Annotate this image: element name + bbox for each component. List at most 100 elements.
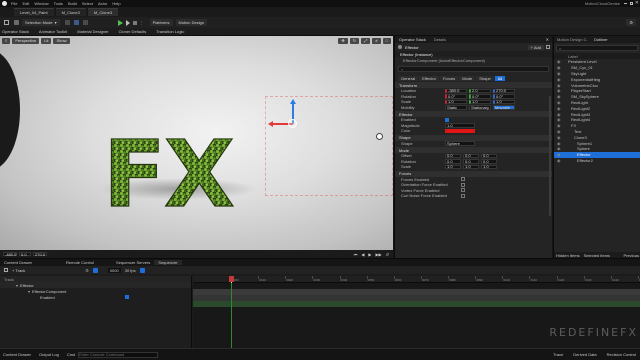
coord-z-field[interactable]: 270.0 [33, 252, 47, 257]
visibility-eye-icon[interactable]: ◉ [557, 77, 561, 82]
camera-lock-icon[interactable] [92, 267, 98, 273]
location-z[interactable]: 270.0 [493, 88, 515, 93]
frame-readout[interactable]: 0000 [107, 267, 121, 273]
label-column-header[interactable]: Label [568, 54, 578, 59]
play-options-icon[interactable] [125, 19, 130, 26]
menu-tools[interactable]: Tools [54, 1, 63, 6]
range-start-marker[interactable] [231, 283, 232, 349]
coord-y-field[interactable]: 0.0 [19, 252, 31, 257]
cloner-defaults-tab[interactable]: Cloner Defaults [119, 29, 147, 34]
menu-file[interactable]: File [11, 1, 17, 6]
tab-remote-control[interactable]: Remote Control [62, 260, 98, 265]
key-checkbox[interactable] [124, 295, 129, 299]
scale-z[interactable]: 1.0 [493, 99, 515, 104]
coord-x-field[interactable]: -480.0 [3, 252, 17, 257]
visibility-eye-icon[interactable]: ◉ [557, 117, 561, 122]
track-row-enabled[interactable]: Enabled [0, 294, 191, 300]
snap-icon[interactable] [139, 267, 145, 273]
rotate-button[interactable]: ↻ [349, 37, 360, 44]
tab-operator-stack[interactable]: Operator Stack [395, 37, 430, 42]
details-search[interactable]: ⌕ [398, 66, 549, 72]
mode-rotation-y[interactable]: 0.0 [463, 159, 479, 164]
visibility-eye-icon[interactable]: ◉ [557, 129, 561, 134]
visibility-eye-icon[interactable]: ◉ [557, 88, 561, 93]
mobility-static[interactable]: Static [445, 105, 467, 110]
visibility-eye-icon[interactable]: ◉ [557, 141, 561, 146]
blueprint-icon[interactable] [73, 20, 79, 25]
filter-shape[interactable]: Shape [476, 75, 494, 81]
visibility-eye-icon[interactable]: ◉ [557, 135, 561, 140]
rotation-y[interactable]: 0.0° [469, 94, 491, 99]
trace-button[interactable]: Trace [553, 352, 563, 357]
output-log-button[interactable]: Output Log [39, 352, 59, 357]
visibility-eye-icon[interactable]: ◉ [557, 158, 561, 163]
settings-button[interactable]: ⚙ [626, 19, 636, 26]
offset-y[interactable]: 0.0 [463, 153, 479, 158]
selection-mode-button[interactable]: Selection Mode ▾ [22, 19, 60, 26]
tab-level[interactable]: Level_04_Paint [14, 8, 54, 16]
revision-control-button[interactable]: Revision Control [607, 352, 636, 357]
mode-icon[interactable] [14, 20, 19, 25]
hamburger-button[interactable]: ≡ [2, 37, 11, 44]
component-row[interactable]: EffectorComponent (ActorEffectorComponen… [395, 57, 552, 63]
visibility-eye-icon[interactable]: ◉ [557, 123, 561, 128]
tab-sequencer-servers[interactable]: Sequencer Servers [112, 260, 154, 265]
loop-icon[interactable]: ↺ [386, 252, 389, 257]
platforms-button[interactable]: Platforms [149, 19, 173, 26]
cmd-button[interactable]: Cmd [67, 352, 75, 357]
playhead-handle[interactable] [229, 276, 234, 282]
mode-scale-y[interactable]: 1.0 [463, 164, 479, 169]
animator-toolkit-tab[interactable]: Animator Toolkit [39, 29, 67, 34]
color-swatch[interactable] [445, 128, 475, 133]
filter-all[interactable]: All [494, 75, 506, 81]
visibility-eye-icon[interactable]: ◉ [557, 112, 561, 117]
outliner-row[interactable]: ◉ Effector2 [554, 158, 640, 164]
play-icon[interactable] [117, 19, 123, 26]
visibility-eye-icon[interactable]: ◉ [557, 71, 561, 76]
save-icon[interactable] [4, 268, 8, 272]
content-icon[interactable] [64, 20, 70, 25]
fps-label[interactable]: 30 fps [125, 268, 136, 273]
filter-general[interactable]: General [398, 75, 419, 81]
timeline-ruler[interactable]: 0000 0010 0020 0030 0040 0050 0060 0070 0080 0090… [193, 276, 640, 283]
scale-button[interactable]: ⤢ [361, 37, 371, 44]
visibility-eye-icon[interactable]: ◉ [557, 152, 561, 157]
mobility-movable[interactable]: Movable [493, 105, 515, 110]
mobility-stationary[interactable]: Stationary [469, 105, 491, 110]
console-input[interactable] [78, 351, 159, 358]
visibility-eye-icon[interactable]: ◉ [557, 83, 561, 88]
actor-name[interactable]: Effector [405, 45, 419, 50]
content-drawer-button[interactable]: Content Drawer [3, 352, 31, 357]
lit-button[interactable]: Lit [41, 37, 52, 44]
details-scrollbar[interactable] [549, 96, 551, 216]
more-icon[interactable]: ⋮ [140, 20, 144, 25]
menu-edit[interactable]: Edit [22, 1, 29, 6]
expand-icon[interactable]: ▾ [16, 283, 18, 288]
perspective-button[interactable]: Perspective [12, 37, 40, 44]
fx-3d-text[interactable]: FX [102, 120, 236, 228]
motion-design-button[interactable]: Motion Design [175, 19, 208, 26]
visibility-eye-icon[interactable]: ◉ [557, 106, 561, 111]
forces-checkbox[interactable] [461, 177, 465, 182]
mode-rotation-x[interactable]: 0.0 [445, 159, 461, 164]
tab-clone-active[interactable]: M_Clone3 [87, 8, 119, 16]
camera-icon[interactable] [376, 133, 383, 140]
play-icon[interactable]: ▶ [368, 252, 371, 257]
close-icon[interactable]: ✕ [546, 37, 549, 42]
translate-button[interactable]: ✥ [338, 37, 348, 44]
menu-window[interactable]: Window [34, 1, 48, 6]
tab-outliner[interactable]: Outliner [591, 37, 611, 42]
tab-content-drawer[interactable]: Content Drawer [0, 260, 36, 265]
offset-z[interactable]: 0.0 [481, 153, 497, 158]
maximize-icon[interactable] [630, 2, 633, 5]
curl-noise-checkbox[interactable] [461, 193, 465, 198]
enabled-checkbox[interactable] [445, 117, 449, 122]
rotation-x[interactable]: 0.0° [445, 94, 467, 99]
skip-back-icon[interactable]: ⏮ [354, 252, 358, 257]
visibility-eye-icon[interactable]: ◉ [557, 146, 561, 151]
menu-select[interactable]: Select [82, 1, 93, 6]
derived-data-button[interactable]: Derived Data [573, 352, 596, 357]
mode-scale-z[interactable]: 1.0 [481, 164, 497, 169]
show-button[interactable]: Show [53, 37, 70, 44]
step-back-icon[interactable]: ◀ [361, 252, 364, 257]
